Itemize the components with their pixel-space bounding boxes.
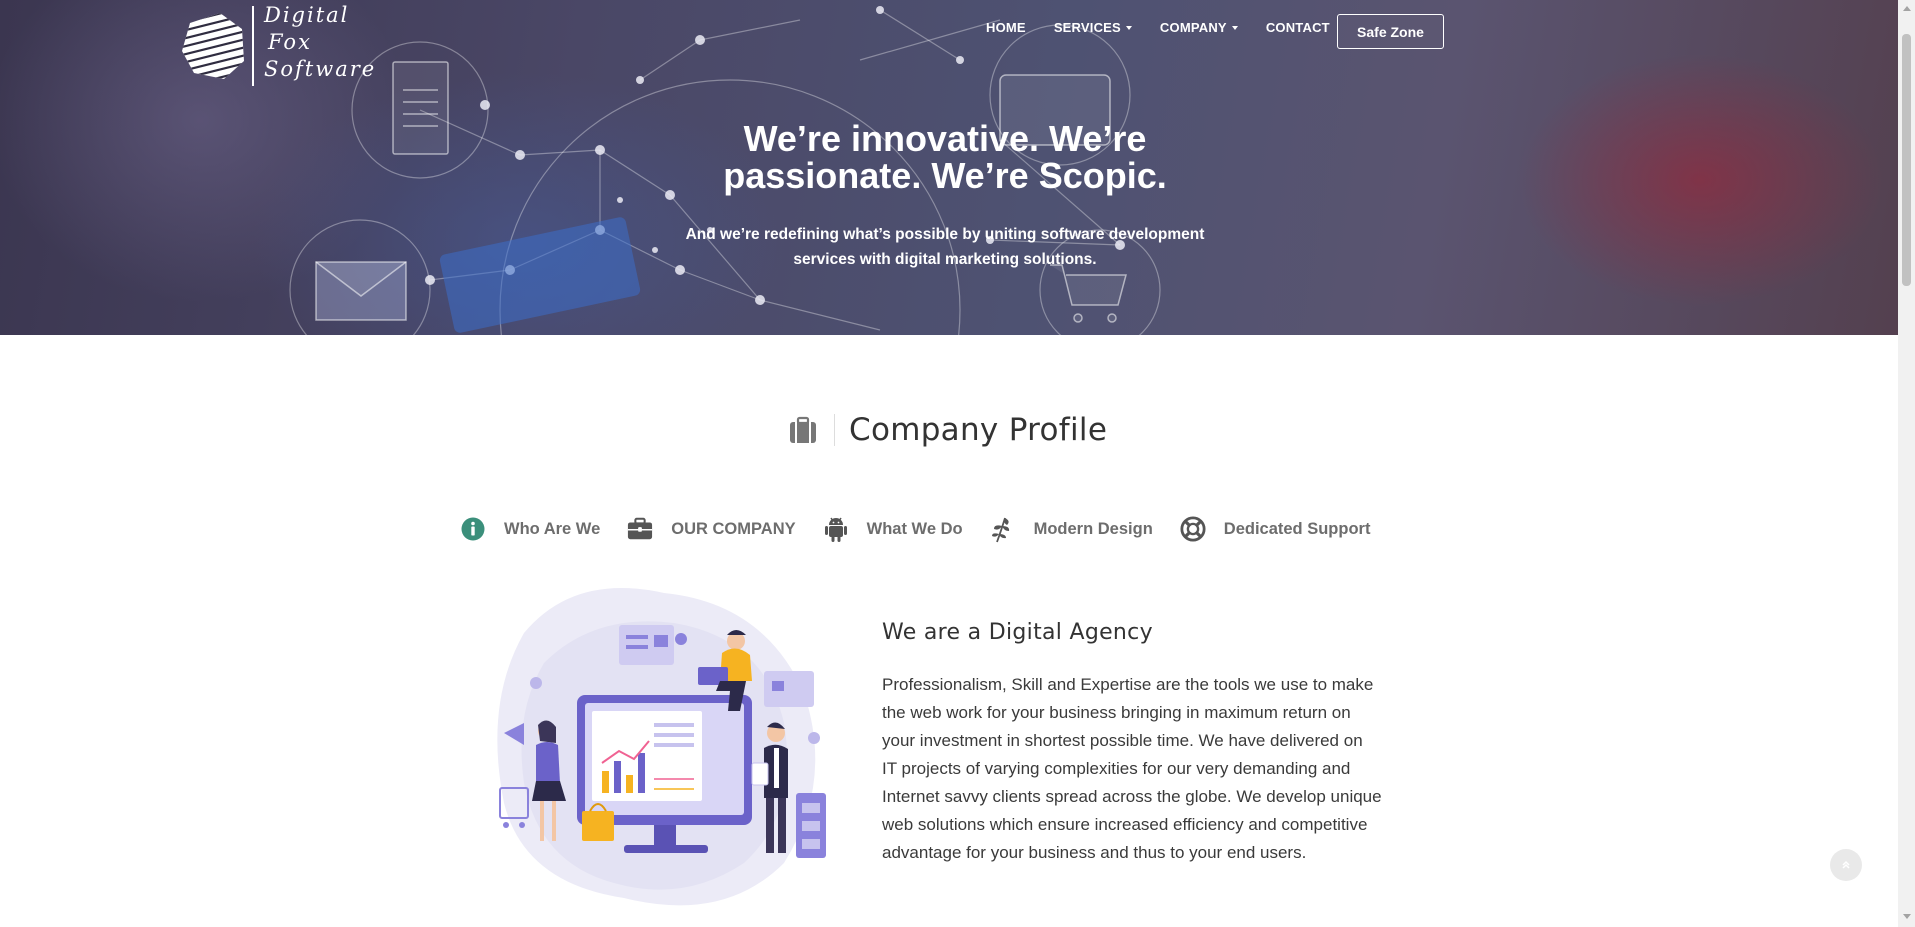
tab-who-are-we[interactable]: Who Are We <box>460 516 600 542</box>
tab-dedicated-support[interactable]: Dedicated Support <box>1180 516 1370 542</box>
briefcase-icon <box>790 416 816 443</box>
content-body: Professionalism, Skill and Expertise are… <box>882 675 1382 862</box>
content-title: We are a Digital Agency <box>882 620 1153 645</box>
hero-subtitle: And we’re redefining what’s possible by … <box>685 226 1205 268</box>
scroll-to-top-button[interactable] <box>1830 849 1862 881</box>
double-chevron-up-icon <box>1842 860 1850 869</box>
nav-company[interactable]: COMPANY <box>1160 20 1238 35</box>
striped-sphere-logo-icon <box>182 13 244 79</box>
logo-wordmark: Digital Fox Software <box>264 3 377 81</box>
scroll-up-arrow-icon[interactable] <box>1903 6 1911 11</box>
digital-agency-illustration <box>497 588 826 906</box>
caret-down-icon <box>1231 26 1238 30</box>
hero-title: We’re innovative. We’re passionate. We’r… <box>723 118 1167 196</box>
page-scrollbar[interactable] <box>1898 0 1915 927</box>
site-logo[interactable]: Digital Fox Software <box>180 2 374 88</box>
section-title: Company Profile <box>849 412 1108 448</box>
nav-services[interactable]: SERVICES <box>1054 20 1132 35</box>
caret-down-icon <box>1125 26 1132 30</box>
scrollbar-thumb[interactable] <box>1902 34 1911 286</box>
android-icon <box>824 517 847 542</box>
safe-zone-button[interactable]: Safe Zone <box>1337 14 1444 49</box>
nav-home[interactable]: HOME <box>986 20 1026 35</box>
tab-what-we-do[interactable]: What We Do <box>823 516 963 542</box>
section-header: Company Profile <box>788 412 1107 448</box>
tab-our-company[interactable]: OUR COMPANY <box>627 516 796 542</box>
info-circle-icon <box>461 517 485 541</box>
nav-contact[interactable]: CONTACT <box>1266 20 1330 35</box>
leaf-icon <box>991 517 1009 543</box>
life-ring-icon <box>1180 516 1206 542</box>
profile-tabs: Who Are We OUR COMPANY What We Do Modern… <box>460 516 1397 543</box>
main-nav: HOME SERVICES COMPANY CONTACT <box>986 20 1358 35</box>
briefcase-icon <box>628 517 653 540</box>
hero-banner: Digital Fox Software HOME SERVICES COMPA… <box>0 0 1898 335</box>
scroll-down-arrow-icon[interactable] <box>1903 914 1911 919</box>
tab-modern-design[interactable]: Modern Design <box>990 516 1153 543</box>
